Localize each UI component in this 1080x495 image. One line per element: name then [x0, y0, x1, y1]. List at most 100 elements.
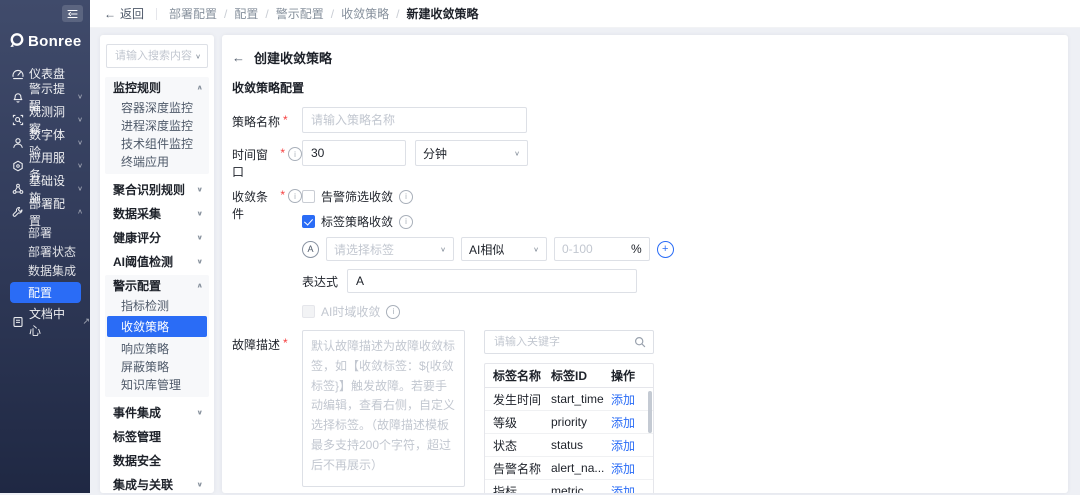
submenu-search[interactable]: ∨	[106, 44, 208, 68]
chevron-down-icon: ∨	[197, 186, 204, 194]
nav-item-docs-center[interactable]: 文档中心 ↗	[0, 310, 90, 333]
submenu-item-tech-component-monitor[interactable]: 技术组件监控	[105, 134, 209, 152]
bonree-logo[interactable]: Bonree	[7, 31, 81, 51]
group-label: 事件集成	[113, 404, 161, 421]
alert-filter-checkbox-row: 告警筛选收敛 i	[302, 187, 674, 205]
breadcrumb-item[interactable]: 收敛策略	[341, 5, 389, 22]
title-back-arrow-icon[interactable]: ←	[232, 50, 245, 65]
submenu-search-input[interactable]	[113, 49, 195, 63]
required-asterisk: *	[280, 146, 285, 160]
info-icon[interactable]: i	[288, 147, 302, 161]
document-icon	[12, 316, 24, 328]
nav-subitem-data-integration[interactable]: 数据集成	[0, 261, 90, 280]
time-unit-select[interactable]: 分钟 ∨	[415, 140, 528, 166]
tag-keyword-input[interactable]	[492, 335, 634, 349]
submenu-group-header[interactable]: 标签管理	[105, 426, 209, 447]
submenu-group-header[interactable]: 聚合识别规则 ∨	[105, 179, 209, 200]
cell-tag-id: priority	[551, 415, 611, 429]
group-label: 聚合识别规则	[113, 181, 185, 198]
similarity-range-input[interactable]	[555, 242, 631, 256]
add-condition-icon[interactable]: +	[657, 241, 674, 258]
form-row-policy-name: 策略名称 *	[232, 107, 1068, 133]
submenu-item-mask-policy[interactable]: 屏蔽策略	[105, 357, 209, 375]
sidebar-collapse-button[interactable]	[62, 5, 83, 22]
add-tag-link[interactable]: 添加	[611, 414, 647, 431]
submenu-item-response-policy[interactable]: 响应策略	[105, 339, 209, 357]
nav-subitem-deploy[interactable]: 部署	[0, 223, 90, 242]
alert-filter-checkbox[interactable]	[302, 190, 315, 203]
table-row: 发生时间 start_time 添加	[485, 388, 653, 411]
time-window-input[interactable]	[302, 140, 406, 166]
chevron-down-icon: ∨	[514, 149, 520, 157]
match-method-select[interactable]: AI相似 ∨	[461, 237, 547, 261]
fault-description-textarea[interactable]	[302, 330, 465, 487]
group-label: 警示配置	[113, 277, 161, 294]
submenu-group-header[interactable]: 数据安全	[105, 450, 209, 471]
submenu-group-data-collection: 数据采集 ∨	[105, 203, 209, 224]
breadcrumb-separator: /	[224, 7, 227, 21]
nav-subitem-config-active[interactable]: 配置	[10, 282, 81, 303]
submenu-group-header[interactable]: 警示配置 ∧	[105, 275, 209, 296]
condition-badge-a: A	[302, 241, 319, 258]
submenu-item-tag-management: 标签管理	[105, 426, 209, 447]
submenu-group-header[interactable]: AI阈值检测 ∨	[105, 251, 209, 272]
chevron-down-icon: ∨	[197, 258, 204, 266]
expression-input[interactable]	[347, 269, 637, 293]
submenu-item-container-monitor[interactable]: 容器深度监控	[105, 98, 209, 116]
breadcrumb-item[interactable]: 配置	[234, 5, 258, 22]
submenu-item-convergence-policy-active[interactable]: 收敛策略	[107, 316, 207, 337]
add-tag-link[interactable]: 添加	[611, 483, 647, 494]
tag-policy-checkbox-checked[interactable]	[302, 215, 315, 228]
external-link-icon: ↗	[82, 316, 90, 327]
topbar-divider	[156, 8, 157, 20]
select-placeholder: 请选择标签	[334, 241, 394, 258]
ai-time-checkbox-disabled	[302, 305, 315, 318]
chevron-down-icon: ∨	[195, 52, 201, 60]
tag-table-header: 标签名称 标签ID 操作	[485, 364, 653, 388]
submenu-item-process-monitor[interactable]: 进程深度监控	[105, 116, 209, 134]
main-content: ← 创建收敛策略 收敛策略配置 策略名称 * 时间窗口 * i 分钟 ∨ 收敛条…	[222, 35, 1068, 493]
nav-subitem-deploy-status[interactable]: 部署状态	[0, 242, 90, 261]
submenu-group-integration-relation: 集成与关联 ∨	[105, 474, 209, 495]
info-icon[interactable]: i	[386, 305, 400, 319]
cell-tag-name: 告警名称	[485, 460, 551, 477]
chevron-down-icon: ∨	[77, 162, 83, 170]
observe-icon	[12, 114, 24, 126]
breadcrumb-item[interactable]: 部署配置	[169, 5, 217, 22]
add-tag-link[interactable]: 添加	[611, 460, 647, 477]
cell-tag-name: 指标	[485, 483, 551, 494]
info-icon[interactable]: i	[399, 215, 413, 229]
policy-name-input[interactable]	[302, 107, 527, 133]
submenu-group-header[interactable]: 数据采集 ∨	[105, 203, 209, 224]
cell-tag-name: 发生时间	[485, 391, 551, 408]
submenu-item-terminal-app[interactable]: 终端应用	[105, 152, 209, 170]
tag-select[interactable]: 请选择标签 ∨	[326, 237, 454, 261]
submenu-group-header[interactable]: 健康评分 ∨	[105, 227, 209, 248]
submenu-group-header[interactable]: 集成与关联 ∨	[105, 474, 209, 495]
chevron-down-icon: ∨	[533, 245, 539, 253]
chevron-down-icon: ∨	[197, 481, 204, 489]
nav-item-deploy-config[interactable]: 部署配置 ∧	[0, 200, 90, 223]
cell-tag-id: metric	[551, 484, 611, 493]
submenu-item-knowledge-base[interactable]: 知识库管理	[105, 375, 209, 393]
table-scrollbar[interactable]	[648, 391, 652, 433]
breadcrumb-item[interactable]: 警示配置	[276, 5, 324, 22]
add-tag-link[interactable]: 添加	[611, 391, 647, 408]
required-asterisk: *	[280, 188, 285, 202]
condition-controls: 告警筛选收敛 i 标签策略收敛 i A 请选择标签 ∨ AI相似 ∨	[302, 187, 674, 327]
submenu-group-event-integration: 事件集成 ∨	[105, 402, 209, 423]
chevron-down-icon: ∨	[77, 93, 83, 101]
submenu-group-health-score: 健康评分 ∨	[105, 227, 209, 248]
infra-nodes-icon	[12, 183, 24, 195]
submenu-group-header[interactable]: 监控规则 ∧	[105, 77, 209, 98]
submenu-item-metric-detect[interactable]: 指标检测	[105, 296, 209, 314]
submenu-group-alert-config: 警示配置 ∧ 指标检测 收敛策略 响应策略 屏蔽策略 知识库管理	[105, 275, 209, 397]
back-link[interactable]: ← 返回	[104, 5, 144, 22]
info-icon[interactable]: i	[399, 190, 413, 204]
label-text: 故障描述	[232, 336, 280, 353]
ai-time-checkbox-row: AI时域收敛 i	[302, 302, 674, 320]
submenu-group-header[interactable]: 事件集成 ∨	[105, 402, 209, 423]
add-tag-link[interactable]: 添加	[611, 437, 647, 454]
info-icon[interactable]: i	[288, 189, 302, 203]
nav-sublabel: 配置	[28, 284, 52, 301]
